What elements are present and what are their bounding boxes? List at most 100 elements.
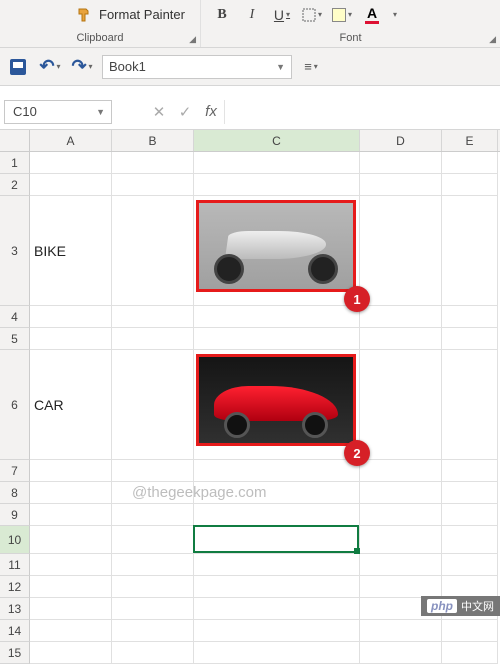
cell-D10[interactable] xyxy=(360,526,442,554)
cell-E9[interactable] xyxy=(442,504,498,526)
document-name-box[interactable]: Book1 ▼ xyxy=(102,55,292,79)
row-header-10[interactable]: 10 xyxy=(0,526,30,554)
cell-A5[interactable] xyxy=(30,328,112,350)
font-color-caret-icon[interactable]: ▾ xyxy=(393,10,397,19)
cell-B11[interactable] xyxy=(112,554,194,576)
cell-C5[interactable] xyxy=(194,328,360,350)
cell-A11[interactable] xyxy=(30,554,112,576)
bike-image[interactable] xyxy=(196,200,356,292)
cell-B2[interactable] xyxy=(112,174,194,196)
cell-B8[interactable] xyxy=(112,482,194,504)
column-header-E[interactable]: E xyxy=(442,130,498,151)
insert-function-button[interactable]: fx xyxy=(198,100,224,124)
cell-A8[interactable] xyxy=(30,482,112,504)
cell-D11[interactable] xyxy=(360,554,442,576)
cell-A7[interactable] xyxy=(30,460,112,482)
row-header-4[interactable]: 4 xyxy=(0,306,30,328)
cell-D6[interactable] xyxy=(360,350,442,460)
cell-A3[interactable]: BIKE xyxy=(30,196,112,306)
cell-C11[interactable] xyxy=(194,554,360,576)
row-header-5[interactable]: 5 xyxy=(0,328,30,350)
cell-A9[interactable] xyxy=(30,504,112,526)
cell-B13[interactable] xyxy=(112,598,194,620)
cell-D15[interactable] xyxy=(360,642,442,664)
cell-D1[interactable] xyxy=(360,152,442,174)
cell-E7[interactable] xyxy=(442,460,498,482)
cell-B7[interactable] xyxy=(112,460,194,482)
clipboard-launcher-icon[interactable]: ◢ xyxy=(189,34,196,45)
cell-A6[interactable]: CAR xyxy=(30,350,112,460)
car-image[interactable] xyxy=(196,354,356,446)
cell-D5[interactable] xyxy=(360,328,442,350)
cell-B4[interactable] xyxy=(112,306,194,328)
row-header-13[interactable]: 13 xyxy=(0,598,30,620)
font-launcher-icon[interactable]: ◢ xyxy=(489,34,496,45)
cell-E15[interactable] xyxy=(442,642,498,664)
cell-E6[interactable] xyxy=(442,350,498,460)
row-header-9[interactable]: 9 xyxy=(0,504,30,526)
row-header-11[interactable]: 11 xyxy=(0,554,30,576)
cell-A15[interactable] xyxy=(30,642,112,664)
bold-button[interactable]: B xyxy=(211,4,233,26)
cell-A10[interactable] xyxy=(30,526,112,554)
cell-A4[interactable] xyxy=(30,306,112,328)
formula-bar-input[interactable] xyxy=(224,100,500,124)
cell-A2[interactable] xyxy=(30,174,112,196)
cell-D14[interactable] xyxy=(360,620,442,642)
cell-C7[interactable] xyxy=(194,460,360,482)
cell-B5[interactable] xyxy=(112,328,194,350)
cell-B3[interactable] xyxy=(112,196,194,306)
cell-B15[interactable] xyxy=(112,642,194,664)
cell-A1[interactable] xyxy=(30,152,112,174)
cell-E11[interactable] xyxy=(442,554,498,576)
select-all-triangle[interactable] xyxy=(0,130,30,151)
cell-B14[interactable] xyxy=(112,620,194,642)
cell-E5[interactable] xyxy=(442,328,498,350)
row-header-14[interactable]: 14 xyxy=(0,620,30,642)
format-painter-label[interactable]: Format Painter xyxy=(99,7,185,22)
cell-C4[interactable] xyxy=(194,306,360,328)
cell-C2[interactable] xyxy=(194,174,360,196)
cell-D7[interactable] xyxy=(360,460,442,482)
undo-button[interactable]: ↶▾ xyxy=(38,55,62,79)
cell-D4[interactable] xyxy=(360,306,442,328)
cell-C13[interactable] xyxy=(194,598,360,620)
fill-color-button[interactable]: ▾ xyxy=(331,4,353,26)
row-header-6[interactable]: 6 xyxy=(0,350,30,460)
cell-B6[interactable] xyxy=(112,350,194,460)
cell-B10[interactable] xyxy=(112,526,194,554)
cell-C8[interactable] xyxy=(194,482,360,504)
italic-button[interactable]: I xyxy=(241,4,263,26)
redo-button[interactable]: ↷▾ xyxy=(70,55,94,79)
cell-A14[interactable] xyxy=(30,620,112,642)
underline-button[interactable]: U▾ xyxy=(271,4,293,26)
row-header-7[interactable]: 7 xyxy=(0,460,30,482)
font-color-button[interactable]: A xyxy=(361,4,383,26)
cell-C9[interactable] xyxy=(194,504,360,526)
cell-E2[interactable] xyxy=(442,174,498,196)
column-header-D[interactable]: D xyxy=(360,130,442,151)
column-header-C[interactable]: C xyxy=(194,130,360,151)
row-header-3[interactable]: 3 xyxy=(0,196,30,306)
save-button[interactable] xyxy=(6,55,30,79)
name-box[interactable]: C10 ▼ xyxy=(4,100,112,124)
cell-E14[interactable] xyxy=(442,620,498,642)
cell-C12[interactable] xyxy=(194,576,360,598)
cell-E10[interactable] xyxy=(442,526,498,554)
cell-E3[interactable] xyxy=(442,196,498,306)
cell-A12[interactable] xyxy=(30,576,112,598)
cell-E12[interactable] xyxy=(442,576,498,598)
row-header-2[interactable]: 2 xyxy=(0,174,30,196)
cell-B1[interactable] xyxy=(112,152,194,174)
cell-D9[interactable] xyxy=(360,504,442,526)
cell-D12[interactable] xyxy=(360,576,442,598)
row-header-12[interactable]: 12 xyxy=(0,576,30,598)
cell-D8[interactable] xyxy=(360,482,442,504)
qat-customize-button[interactable]: ≡▾ xyxy=(300,56,322,78)
cell-C15[interactable] xyxy=(194,642,360,664)
cancel-formula-button[interactable]: ✕ xyxy=(146,100,172,124)
cell-D2[interactable] xyxy=(360,174,442,196)
cell-C14[interactable] xyxy=(194,620,360,642)
cell-A13[interactable] xyxy=(30,598,112,620)
cell-E4[interactable] xyxy=(442,306,498,328)
